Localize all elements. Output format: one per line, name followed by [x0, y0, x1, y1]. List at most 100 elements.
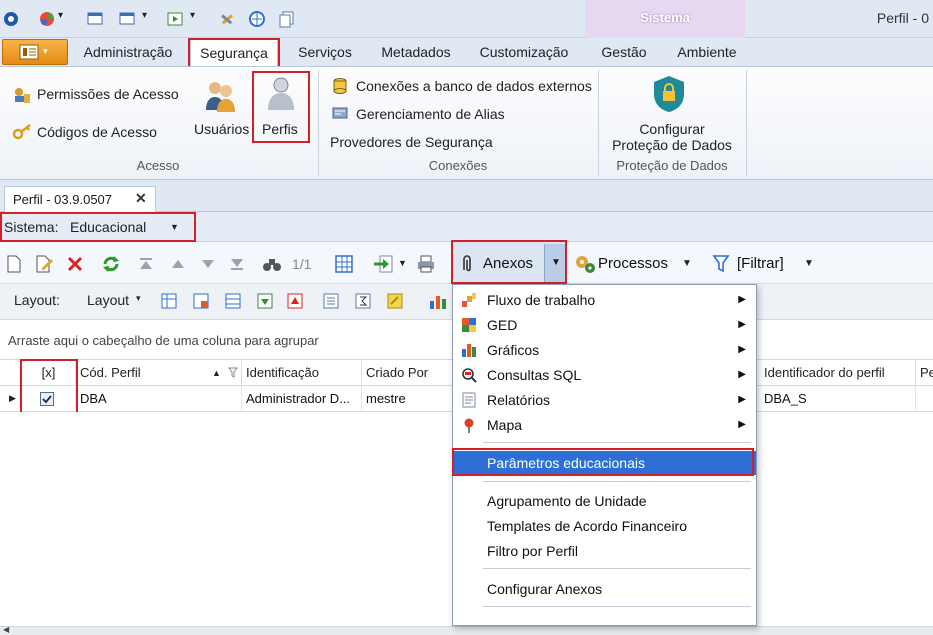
gerenciamento-alias-button[interactable]: Gerenciamento de Alias	[356, 106, 505, 122]
tab-administracao[interactable]: Administração	[76, 38, 180, 66]
provedores-seguranca-button[interactable]: Provedores de Segurança	[330, 134, 493, 150]
checkbox-checked-icon[interactable]	[40, 392, 54, 406]
filter-icon	[712, 255, 730, 273]
usuarios-button[interactable]: Usuários	[194, 121, 249, 137]
layout-upload-icon[interactable]	[286, 292, 304, 310]
sql-query-icon	[462, 368, 477, 383]
column-header-identificador-perfil[interactable]: Identificador do perfil	[760, 360, 916, 386]
layout-save-icon[interactable]	[160, 292, 178, 310]
previous-record-icon[interactable]	[170, 256, 186, 272]
column-header-select[interactable]: [x]	[22, 360, 76, 386]
column-header-partial[interactable]: Pe	[916, 360, 933, 386]
window-icon[interactable]	[118, 10, 136, 28]
menu-item-ged[interactable]: GED ▶	[453, 313, 756, 337]
layout-dropdown[interactable]: Layout	[87, 292, 129, 308]
app-logo-icon[interactable]	[2, 10, 20, 28]
menu-item-parametros-educacionais[interactable]: Parâmetros educacionais	[453, 451, 756, 475]
menu-item-fluxo-trabalho[interactable]: Fluxo de trabalho ▶	[453, 288, 756, 312]
close-icon[interactable]: ✕	[135, 190, 147, 207]
tab-ambiente[interactable]: Ambiente	[668, 38, 746, 66]
menu-item-label: Gráficos	[487, 342, 540, 358]
column-header-identificacao[interactable]: Identificação	[242, 360, 362, 386]
new-document-icon[interactable]	[6, 255, 22, 273]
anexos-label[interactable]: Anexos	[483, 255, 533, 272]
refresh-icon[interactable]	[101, 254, 121, 274]
filtrar-button[interactable]: [Filtrar]	[737, 255, 784, 272]
configurar-protecao-line1[interactable]: Configurar	[600, 121, 744, 137]
menu-icon	[19, 44, 39, 60]
sort-ascending-icon[interactable]: ▲	[212, 360, 221, 386]
chevron-down-icon[interactable]: ▼	[804, 258, 814, 269]
perfis-button[interactable]: Perfis	[262, 121, 298, 137]
chevron-down-icon[interactable]: ▾	[136, 293, 141, 304]
shield-lock-icon	[654, 76, 684, 112]
cell-identificador-perfil[interactable]: DBA_S	[760, 386, 916, 412]
layout-highlight-icon[interactable]	[386, 292, 404, 310]
dropdown-arrow-icon[interactable]: ▾	[58, 10, 63, 21]
permissoes-acesso-button[interactable]: Permissões de Acesso	[37, 86, 179, 102]
grid-view-icon[interactable]	[334, 254, 354, 274]
first-record-icon[interactable]	[138, 256, 154, 272]
row-checkbox-cell[interactable]	[22, 386, 76, 412]
cell-cod-perfil[interactable]: DBA	[76, 386, 242, 412]
menu-separator	[483, 442, 751, 443]
menu-item-configurar-anexos[interactable]: Configurar Anexos	[453, 577, 756, 601]
print-icon[interactable]	[416, 254, 436, 274]
layout-label: Layout:	[14, 292, 60, 308]
doc-tab-perfil[interactable]: Perfil - 03.9.0507 ✕	[4, 186, 156, 212]
menu-separator	[483, 606, 751, 607]
submenu-arrow-icon: ▶	[738, 319, 746, 330]
file-menu-button[interactable]: ▾	[2, 39, 68, 65]
menu-item-mapa[interactable]: Mapa ▶	[453, 413, 756, 437]
configurar-protecao-line2[interactable]: Proteção de Dados	[600, 137, 744, 153]
tab-seguranca[interactable]: Segurança	[190, 38, 278, 66]
tools-icon[interactable]	[218, 10, 236, 28]
sistema-select[interactable]: Educacional	[70, 219, 146, 235]
menu-item-filtro-perfil[interactable]: Filtro por Perfil	[453, 539, 756, 563]
chevron-down-icon[interactable]: ▼	[170, 222, 179, 232]
menu-item-relatorios[interactable]: Relatórios ▶	[453, 388, 756, 412]
last-record-icon[interactable]	[229, 256, 245, 272]
run-window-icon[interactable]	[166, 10, 184, 28]
menu-item-agrupamento-unidade[interactable]: Agrupamento de Unidade	[453, 489, 756, 513]
cell-criado-por[interactable]: mestre	[362, 386, 454, 412]
globe-colors-icon[interactable]	[38, 10, 56, 28]
horizontal-scrollbar[interactable]	[0, 626, 933, 635]
menu-item-graficos[interactable]: Gráficos ▶	[453, 338, 756, 362]
conexoes-bd-externos-button[interactable]: Conexões a banco de dados externos	[356, 78, 592, 94]
column-header-criado-por[interactable]: Criado Por	[362, 360, 454, 386]
dropdown-arrow-icon[interactable]: ▾	[190, 10, 195, 21]
layout-grid-icon[interactable]	[224, 292, 242, 310]
chevron-down-icon[interactable]: ▼	[398, 258, 407, 268]
tab-customizacao[interactable]: Customização	[472, 38, 576, 66]
cell-identificacao[interactable]: Administrador D...	[242, 386, 362, 412]
layout-download-icon[interactable]	[256, 292, 274, 310]
window-down-icon[interactable]	[86, 10, 104, 28]
tab-servicos[interactable]: Serviços	[290, 38, 360, 66]
chevron-down-icon[interactable]: ▼	[682, 258, 692, 269]
menu-item-consultas-sql[interactable]: Consultas SQL ▶	[453, 363, 756, 387]
codigos-acesso-button[interactable]: Códigos de Acesso	[37, 124, 157, 140]
menu-item-templates-acordo[interactable]: Templates de Acordo Financeiro	[453, 514, 756, 538]
anexos-dropdown[interactable]: ▼	[544, 244, 566, 282]
delete-icon[interactable]	[66, 255, 84, 273]
next-record-icon[interactable]	[200, 256, 216, 272]
group-by-hint: Arraste aqui o cabeçalho de uma coluna p…	[8, 333, 319, 348]
dropdown-arrow-icon[interactable]: ▾	[142, 10, 147, 21]
column-header-cod-perfil[interactable]: Cód. Perfil ▲	[76, 360, 242, 386]
filter-icon[interactable]	[228, 367, 238, 379]
edit-icon[interactable]	[35, 255, 53, 273]
processos-button[interactable]: Processos	[598, 255, 668, 272]
tab-gestao[interactable]: Gestão	[592, 38, 656, 66]
layout-sum-icon[interactable]	[354, 292, 372, 310]
web-icon[interactable]	[248, 10, 266, 28]
binoculars-icon[interactable]	[262, 255, 282, 273]
tab-metadados[interactable]: Metadados	[372, 38, 460, 66]
scroll-left-icon[interactable]: ◀	[3, 625, 9, 634]
ged-puzzle-icon	[462, 318, 476, 332]
chart-icon[interactable]	[428, 292, 448, 310]
copy-document-icon[interactable]	[278, 10, 296, 28]
layout-columns-icon[interactable]	[322, 292, 340, 310]
layout-edit-icon[interactable]	[192, 292, 210, 310]
import-export-icon[interactable]	[372, 254, 394, 274]
